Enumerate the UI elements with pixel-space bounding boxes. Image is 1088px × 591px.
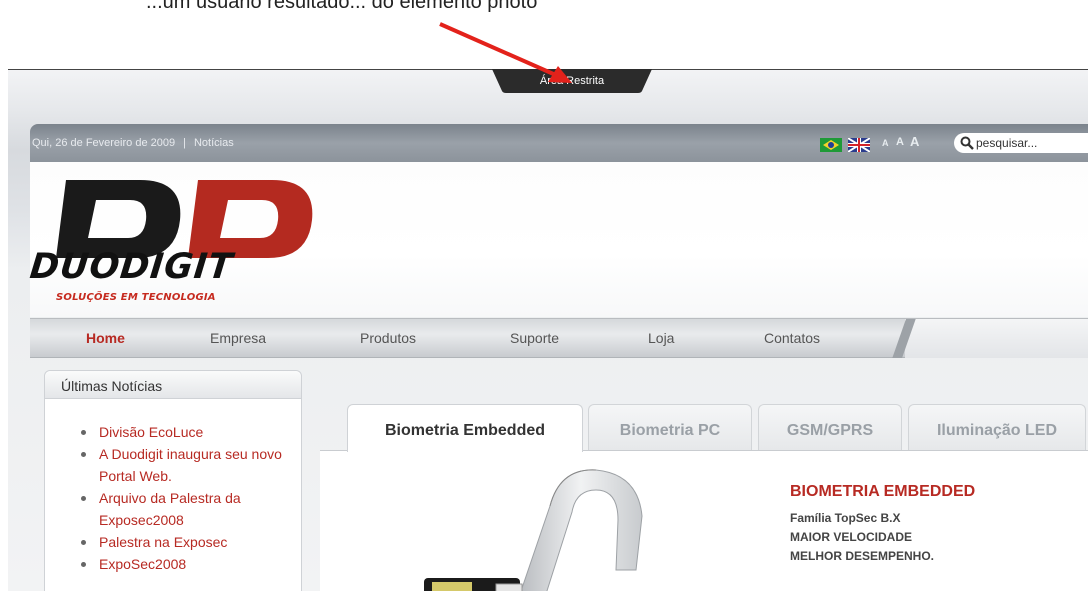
nav-divider-icon — [892, 319, 916, 358]
nav-item-produtos[interactable]: Produtos — [360, 330, 416, 346]
annotation-arrow-icon — [439, 22, 572, 83]
separator: | — [183, 137, 186, 149]
news-panel-title: Últimas Notícias — [61, 378, 163, 394]
product-line: MELHOR DESEMPENHO. — [790, 549, 935, 563]
news-list: Divisão EcoLuce A Duodigit inaugura seu … — [81, 421, 291, 575]
news-item[interactable]: Palestra na Exposec — [81, 531, 291, 553]
nav-item-loja[interactable]: Loja — [648, 330, 674, 346]
search-icon — [960, 136, 974, 150]
tab-label: Biometria PC — [619, 422, 721, 439]
search-input[interactable] — [976, 135, 1086, 151]
font-size-large-button[interactable]: A — [910, 134, 919, 149]
nav-item-contatos[interactable]: Contatos — [764, 330, 820, 346]
top-bar: Qui, 26 de Fevereiro de 2009 | Notícias A … — [30, 124, 1088, 162]
font-size-small-button[interactable]: A — [882, 138, 889, 148]
uk-flag-icon[interactable] — [848, 138, 870, 152]
logo-tagline: SOLUÇÕES EM TECNOLOGIA — [56, 292, 216, 303]
brazil-flag-icon[interactable] — [820, 138, 842, 152]
current-date: Qui, 26 de Fevereiro de 2009 — [32, 137, 176, 149]
tab-biometria-pc[interactable]: Biometria PC — [588, 404, 752, 450]
tab-biometria-embedded[interactable]: Biometria Embedded — [347, 404, 583, 452]
tab-iluminacao-led[interactable]: Iluminação LED — [908, 404, 1086, 450]
nav-end-panel — [905, 319, 1088, 358]
nav-item-suporte[interactable]: Suporte — [510, 330, 559, 346]
product-title: BIOMETRIA EMBEDDED — [790, 483, 976, 500]
news-item[interactable]: A Duodigit inaugura seu novo Portal Web. — [81, 443, 291, 487]
news-panel-header: Últimas Notícias — [45, 371, 301, 399]
top-bar-text: Qui, 26 de Fevereiro de 2009 | Notícias — [32, 137, 234, 149]
biometric-device-image — [424, 469, 643, 591]
page-caption: ...um usuário resultado... do elemento p… — [146, 0, 538, 13]
news-panel: Últimas Notícias Divisão EcoLuce A Duodi… — [44, 370, 302, 591]
nav-item-empresa[interactable]: Empresa — [210, 330, 266, 346]
search-box[interactable] — [954, 133, 1088, 153]
tab-label: Biometria Embedded — [384, 422, 546, 439]
news-link[interactable]: Notícias — [194, 137, 234, 149]
product-line: Família TopSec B.X — [790, 511, 901, 525]
tab-label: GSM/GPRS — [786, 422, 874, 439]
tab-label: Iluminação LED — [936, 422, 1058, 439]
font-size-medium-button[interactable]: A — [896, 136, 904, 148]
logo-brand-text: DUODIGIT — [27, 247, 236, 287]
page: ...um usuário resultado... do elemento p… — [0, 0, 1088, 591]
news-item[interactable]: Divisão EcoLuce — [81, 421, 291, 443]
tab-gsm-gprs[interactable]: GSM/GPRS — [758, 404, 902, 450]
product-line: MAIOR VELOCIDADE — [790, 530, 913, 544]
news-item[interactable]: Arquivo da Palestra da Exposec2008 — [81, 487, 291, 531]
nav-item-home[interactable]: Home — [86, 330, 125, 346]
news-item[interactable]: ExpoSec2008 — [81, 553, 291, 575]
